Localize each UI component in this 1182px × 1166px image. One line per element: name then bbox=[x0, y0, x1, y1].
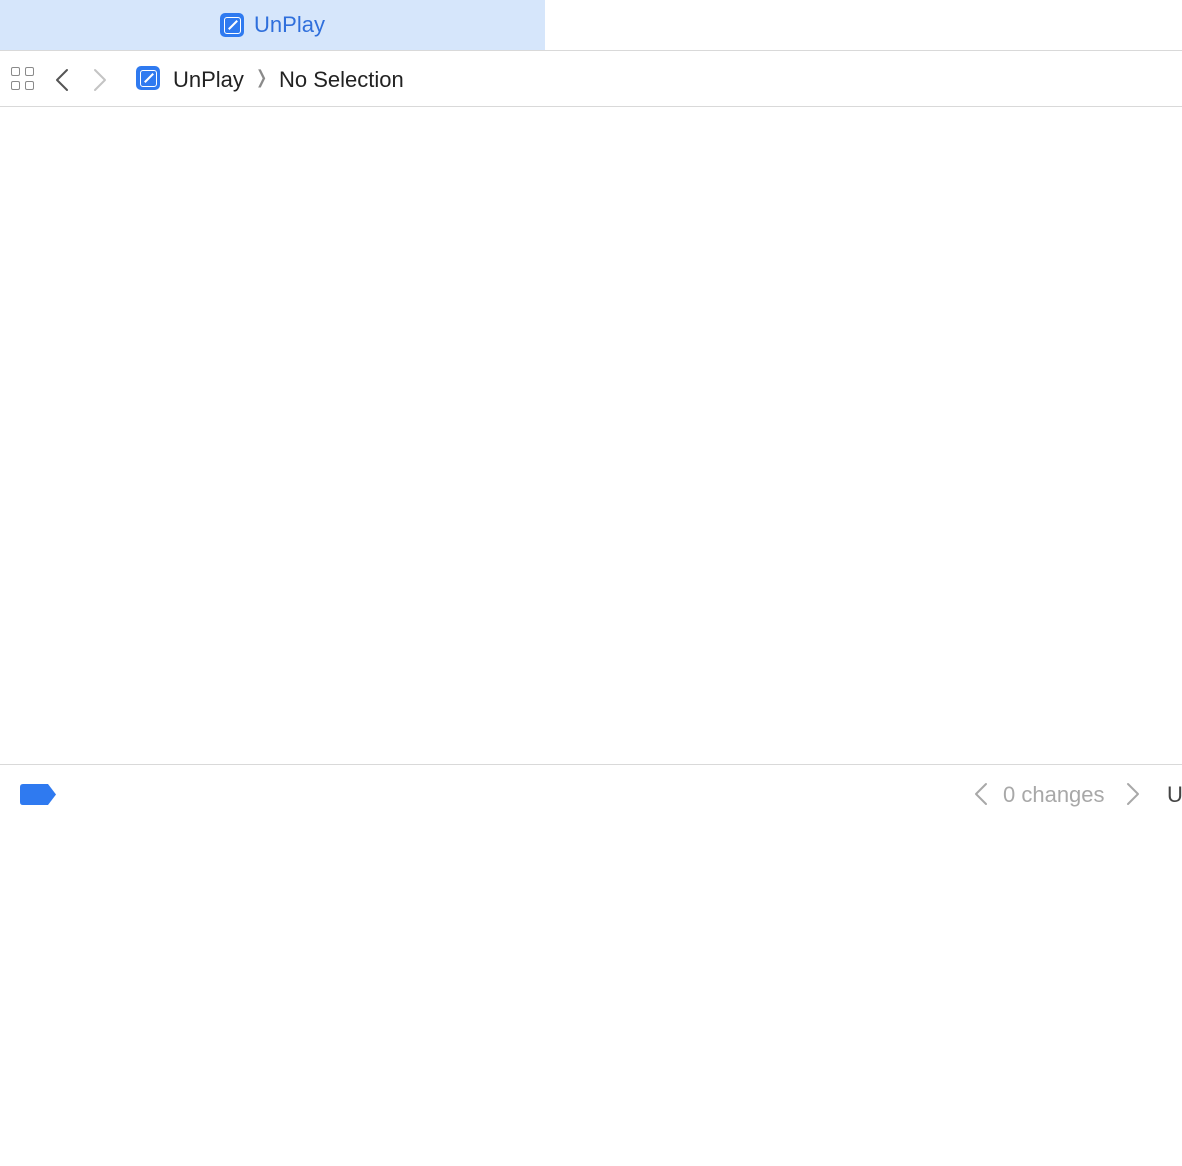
breadcrumb-selection[interactable]: No Selection bbox=[279, 67, 404, 93]
previous-change-chevron-icon[interactable] bbox=[972, 781, 990, 807]
lower-pane bbox=[0, 821, 1182, 1166]
project-icon bbox=[136, 66, 160, 90]
tab-label: UnPlay bbox=[254, 12, 325, 37]
editor-area[interactable] bbox=[0, 107, 1182, 763]
app-icon bbox=[220, 13, 245, 37]
tab-bar: UnPlay bbox=[0, 0, 1182, 51]
forward-chevron-icon[interactable] bbox=[90, 67, 110, 93]
tag-marker-icon[interactable] bbox=[20, 784, 57, 805]
back-chevron-icon[interactable] bbox=[52, 67, 72, 93]
breadcrumb-separator-icon: ❭ bbox=[254, 67, 270, 87]
changes-bar: 0 changes U bbox=[0, 764, 1182, 822]
related-items-grid-icon[interactable] bbox=[11, 67, 37, 93]
tab-unplay[interactable]: UnPlay bbox=[0, 0, 545, 50]
changes-trailing-text[interactable]: U bbox=[1167, 782, 1182, 808]
jump-bar: UnPlay ❭ No Selection bbox=[0, 51, 1182, 107]
next-change-chevron-icon[interactable] bbox=[1124, 781, 1142, 807]
breadcrumb-project[interactable]: UnPlay bbox=[173, 67, 244, 93]
changes-count: 0 changes bbox=[1003, 782, 1105, 807]
